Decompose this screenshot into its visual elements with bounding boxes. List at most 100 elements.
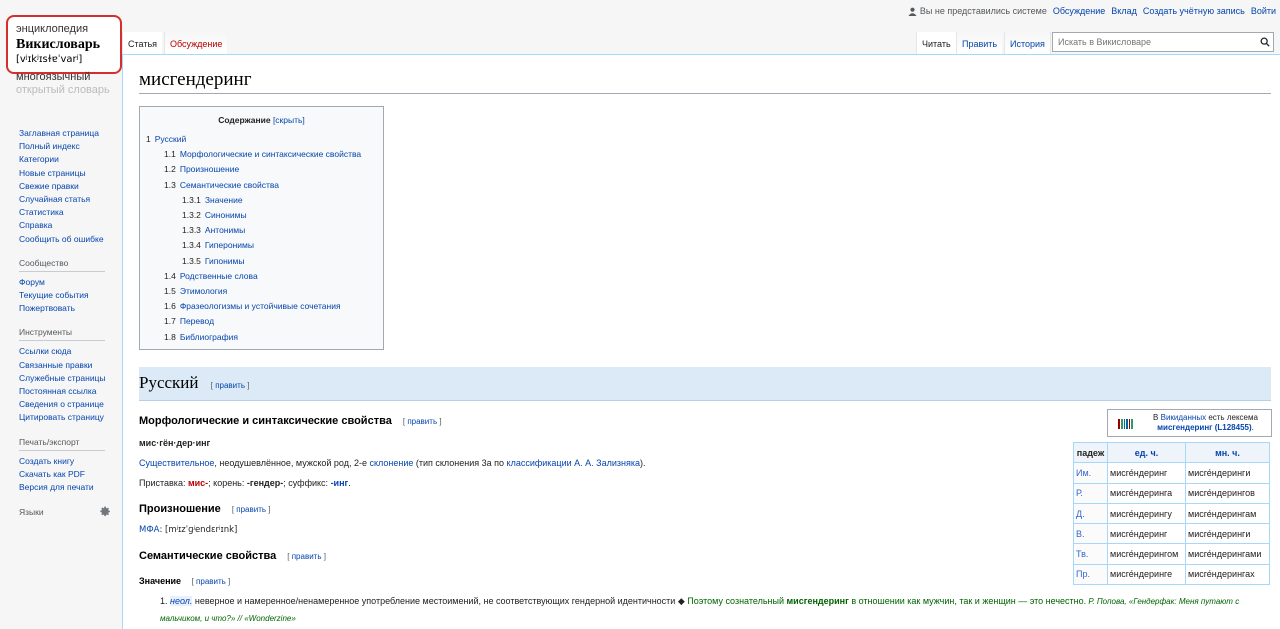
sidebar-item-forum[interactable]: Форум	[19, 277, 45, 287]
sidebar-item-related-changes[interactable]: Связанные правки	[19, 360, 92, 370]
tab-talk[interactable]: Обсуждение	[164, 32, 228, 54]
toc-link[interactable]: Произношение	[180, 164, 239, 174]
case-name[interactable]: Р.	[1073, 482, 1108, 504]
sidebar-item-full-index[interactable]: Полный индекс	[19, 141, 80, 151]
header-singular[interactable]: ед. ч.	[1107, 441, 1186, 464]
sidebar-heading-print[interactable]: Печать/экспорт	[19, 437, 105, 451]
pos-link[interactable]: Существительное	[139, 458, 214, 468]
login-link[interactable]: Войти	[1251, 6, 1276, 16]
edit-label[interactable]: править	[407, 417, 437, 426]
toc-item[interactable]: 1.7 Перевод	[146, 314, 377, 329]
ipa-link[interactable]: МФА	[139, 525, 159, 535]
case-name[interactable]: Им.	[1073, 462, 1108, 484]
sidebar-item-statistics[interactable]: Статистика	[19, 207, 64, 217]
edit-section-link[interactable]: [ править ]	[287, 552, 326, 561]
toc-item[interactable]: 1.3.4 Гиперонимы	[146, 238, 377, 253]
sidebar-item-cite-page[interactable]: Цитировать страницу	[19, 412, 104, 422]
toc-item[interactable]: 1.2 Произношение	[146, 162, 377, 177]
toc-title-row: Содержание [скрыть]	[146, 115, 377, 125]
sidebar-item-categories[interactable]: Категории	[19, 154, 59, 164]
toc-number: 1.7	[164, 316, 176, 327]
personal-discussion-link[interactable]: Обсуждение	[1053, 6, 1105, 16]
header-plural[interactable]: мн. ч.	[1185, 441, 1270, 464]
sidebar-item-what-links-here[interactable]: Ссылки сюда	[19, 346, 71, 356]
case-name[interactable]: Тв.	[1073, 543, 1108, 565]
wikidata-link[interactable]: Викиданных	[1161, 413, 1206, 422]
toc-item[interactable]: 1 Русский	[146, 132, 377, 147]
case-name[interactable]: Д.	[1073, 502, 1108, 525]
sidebar-item-special-pages[interactable]: Служебные страницы	[19, 373, 106, 383]
logo-encyclopedia: энциклопедия	[16, 23, 89, 35]
tab-edit[interactable]: Править	[956, 32, 1003, 54]
toc-link[interactable]: Родственные слова	[180, 271, 258, 281]
declension-link[interactable]: склонение	[370, 458, 414, 468]
toc-number: 1.2	[164, 164, 176, 175]
toc-link[interactable]: Синонимы	[205, 210, 247, 220]
suffix-value[interactable]: -инг	[331, 478, 349, 488]
edit-section-link[interactable]: [ править ]	[403, 417, 442, 426]
prefix-value[interactable]: мис-	[188, 478, 208, 488]
site-logo[interactable]: энциклопедия Викисловарь [vʲɪkʲɪsɫɐˈvarʲ…	[6, 14, 122, 104]
toc-item[interactable]: 1.3 Семантические свойства	[146, 178, 377, 193]
toc-item[interactable]: 1.3.2 Синонимы	[146, 208, 377, 223]
toc-item[interactable]: 1.6 Фразеологизмы и устойчивые сочетания	[146, 299, 377, 314]
toc-item[interactable]: 1.1 Морфологические и синтаксические свой…	[146, 147, 377, 162]
edit-label[interactable]: править	[196, 577, 226, 586]
case-name[interactable]: Пр.	[1073, 563, 1108, 586]
personal-contributions-link[interactable]: Вклад	[1111, 6, 1137, 16]
toc-hide-toggle[interactable]: [скрыть]	[273, 115, 305, 125]
wikidata-lexeme-link[interactable]: мисгендеринг (L128455)	[1157, 423, 1252, 432]
toc-link[interactable]: Перевод	[180, 316, 214, 326]
sidebar-item-report-error[interactable]: Сообщить об ошибке	[19, 234, 104, 244]
toc-item[interactable]: 1.5 Этимология	[146, 284, 377, 299]
sidebar-item-main-page[interactable]: Заглавная страница	[19, 128, 99, 138]
sidebar-item-page-info[interactable]: Сведения о странице	[19, 399, 104, 409]
zaliznyak-link[interactable]: классификации А. А. Зализняка	[507, 458, 640, 468]
edit-section-link[interactable]: [ править ]	[192, 577, 231, 586]
toc-item[interactable]: 1.8 Библиография	[146, 330, 377, 345]
toc-link[interactable]: Этимология	[180, 286, 227, 296]
sidebar-item-create-book[interactable]: Создать книгу	[19, 456, 74, 466]
toc-link[interactable]: Библиография	[180, 332, 238, 342]
toc-link[interactable]: Гиперонимы	[205, 240, 254, 250]
search-icon[interactable]	[1260, 37, 1270, 47]
toc-link[interactable]: Фразеологизмы и устойчивые сочетания	[180, 301, 341, 311]
toc-link[interactable]: Гипонимы	[205, 256, 245, 266]
sidebar-item-printable[interactable]: Версия для печати	[19, 482, 94, 492]
edit-label[interactable]: править	[215, 381, 245, 390]
toc-link[interactable]: Семантические свойства	[180, 180, 279, 190]
sidebar-item-random-article[interactable]: Случайная статья	[19, 194, 90, 204]
neologism-label[interactable]: неол.	[170, 596, 193, 606]
create-account-link[interactable]: Создать учётную запись	[1143, 6, 1245, 16]
case-name[interactable]: В.	[1073, 523, 1108, 545]
toc-item[interactable]: 1.3.1 Значение	[146, 193, 377, 208]
sidebar-item-current-events[interactable]: Текущие события	[19, 290, 89, 300]
toc-link[interactable]: Антонимы	[205, 225, 245, 235]
edit-label[interactable]: править	[236, 505, 266, 514]
sidebar-item-new-pages[interactable]: Новые страницы	[19, 168, 86, 178]
sidebar-heading-tools[interactable]: Инструменты	[19, 327, 105, 342]
edit-section-link[interactable]: [ править ]	[232, 505, 271, 514]
tab-history[interactable]: История	[1004, 32, 1051, 54]
edit-label[interactable]: править	[292, 552, 322, 561]
toc-number: 1.8	[164, 331, 176, 342]
toc-item[interactable]: 1.3.5 Гипонимы	[146, 254, 377, 269]
toc-link[interactable]: Морфологические и синтаксические свойств…	[180, 149, 361, 159]
sidebar-item-help[interactable]: Справка	[19, 220, 52, 230]
sidebar-item-download-pdf[interactable]: Скачать как PDF	[19, 469, 85, 479]
pos-text: , неодушевлённое, мужской род, 2-е	[214, 458, 370, 468]
gear-icon[interactable]	[100, 506, 111, 517]
sidebar-item-permanent-link[interactable]: Постоянная ссылка	[19, 386, 97, 396]
toc-item[interactable]: 1.4 Родственные слова	[146, 269, 377, 284]
edit-section-link[interactable]: [ править ]	[211, 381, 250, 390]
toc-link[interactable]: Русский	[155, 134, 187, 144]
declension-table: падеж ед. ч. мн. ч. Им. мисге́ндеринг мисг…	[1073, 441, 1270, 586]
tab-article[interactable]: Статья	[122, 32, 163, 54]
search-input[interactable]	[1052, 32, 1274, 52]
toc-item[interactable]: 1.3.3 Антонимы	[146, 223, 377, 238]
sidebar-item-donate[interactable]: Пожертвовать	[19, 303, 75, 313]
sidebar-heading-community[interactable]: Сообщество	[19, 258, 105, 272]
toc-link[interactable]: Значение	[205, 195, 243, 205]
tab-read[interactable]: Читать	[916, 32, 956, 54]
sidebar-item-recent-changes[interactable]: Свежие правки	[19, 181, 79, 191]
